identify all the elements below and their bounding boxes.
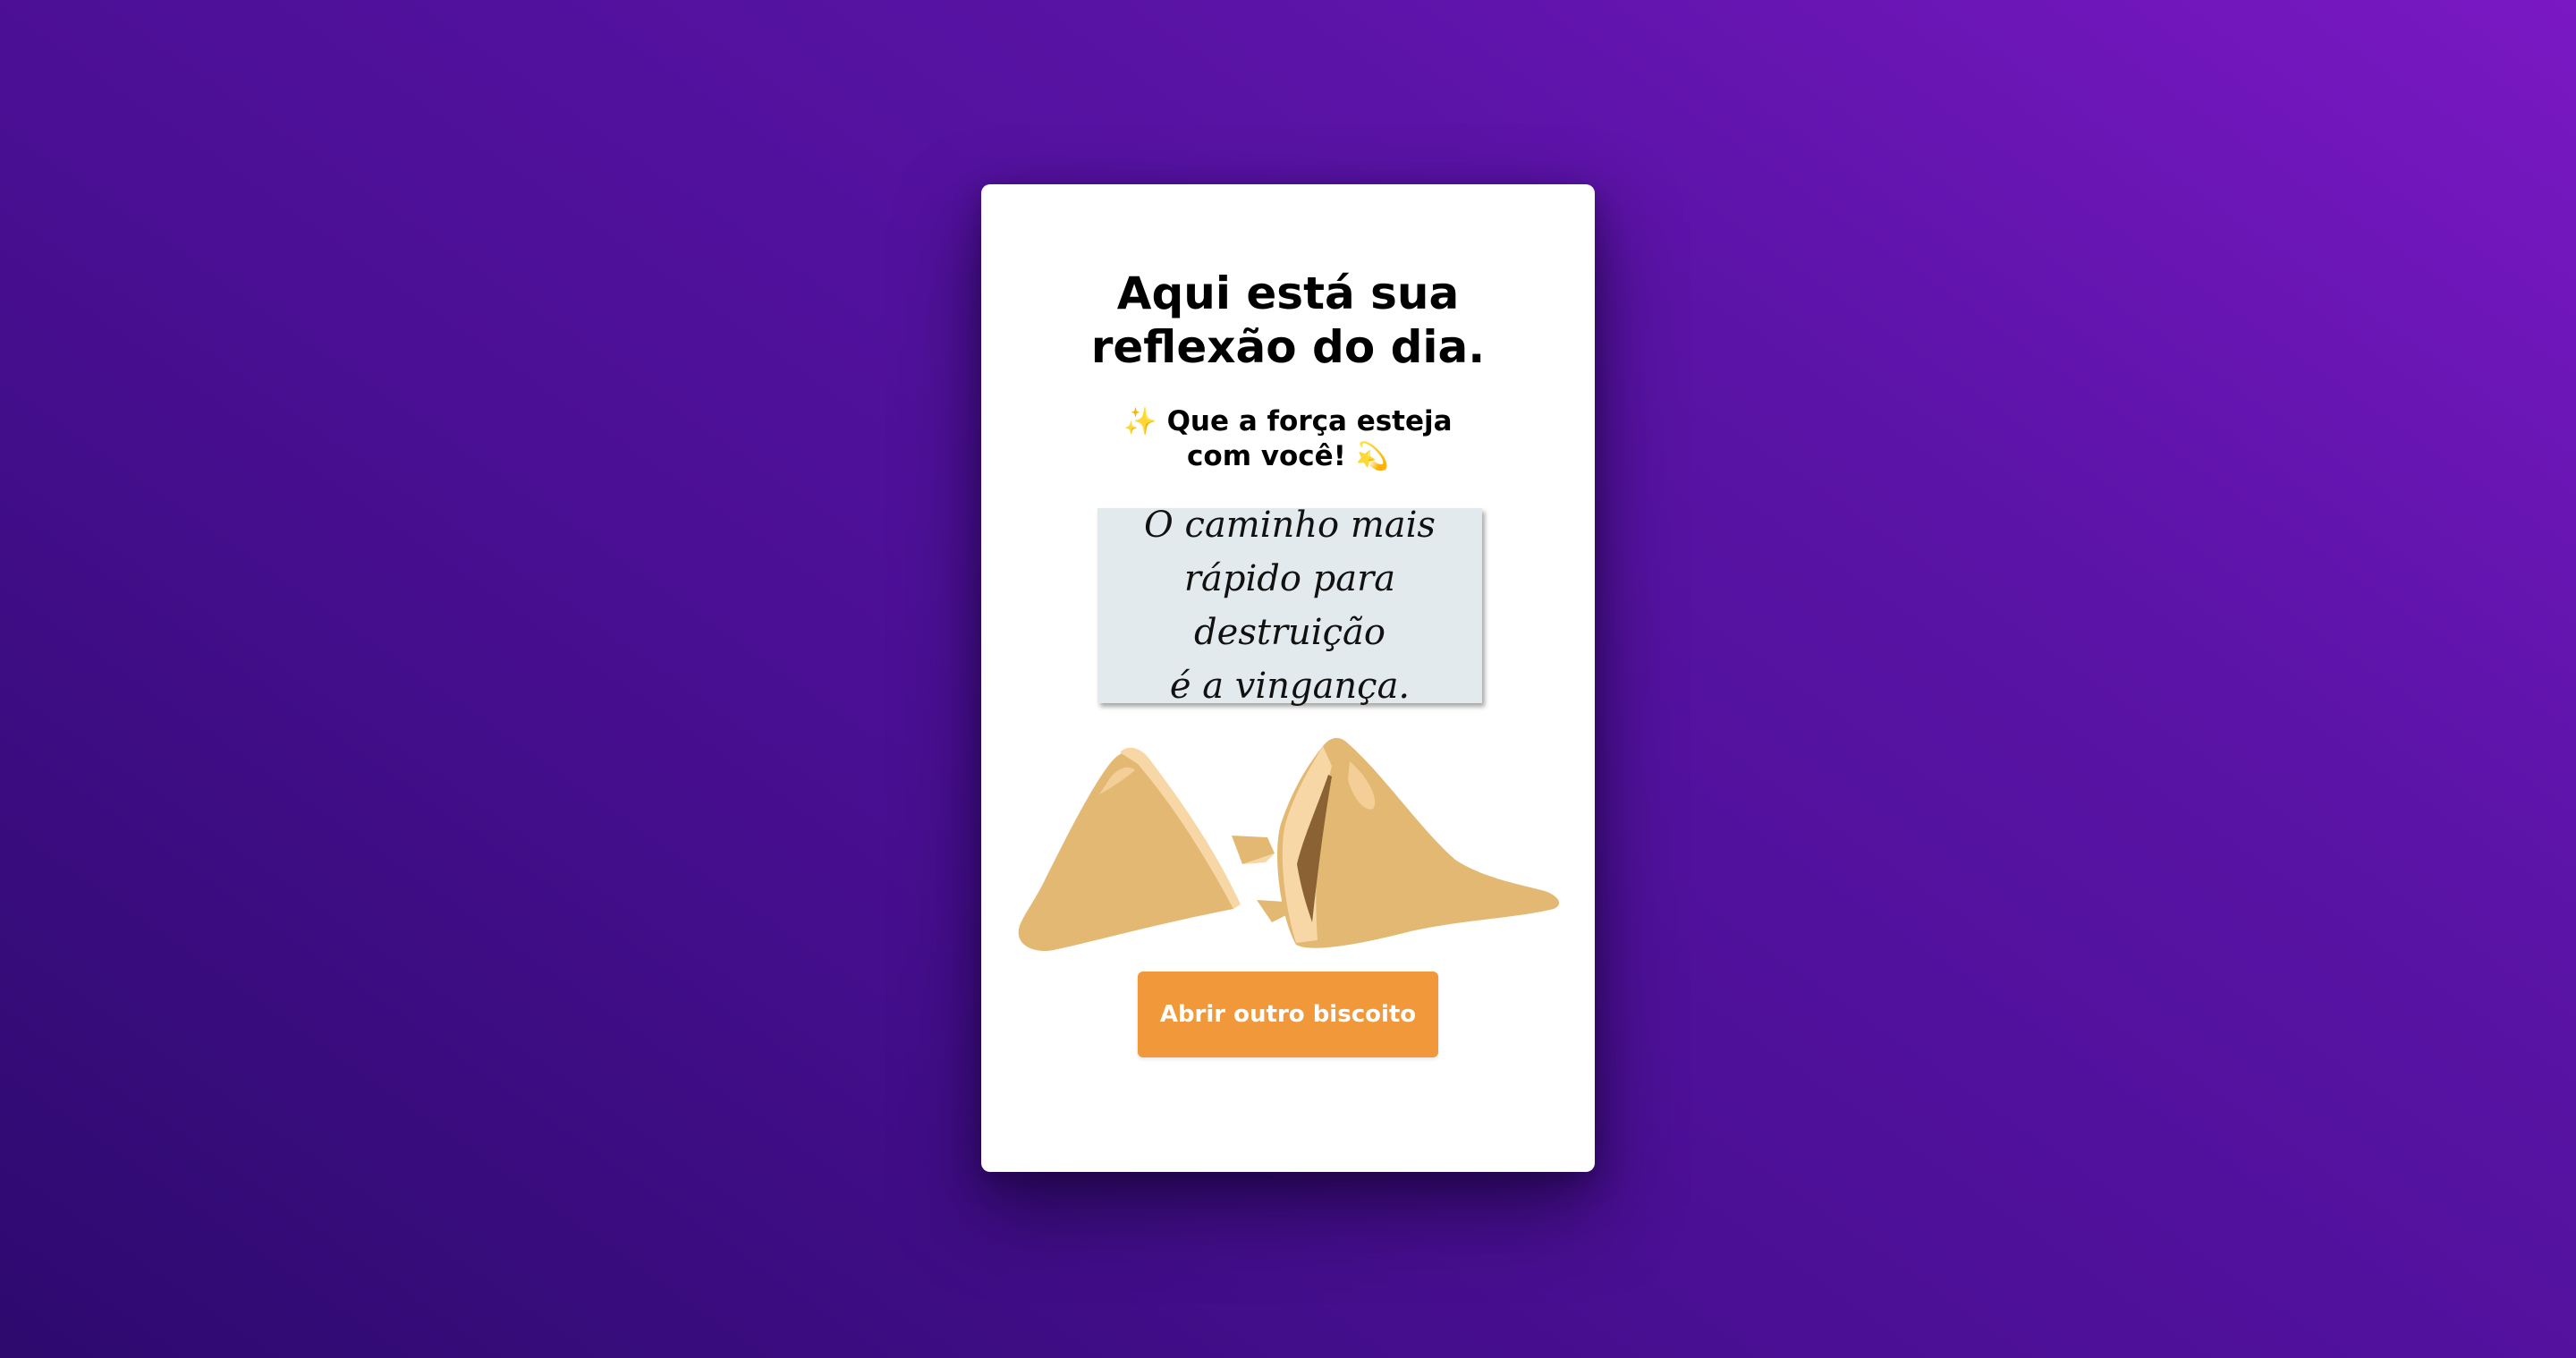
cookie-left-half — [1018, 747, 1241, 951]
subtitle: ✨ Que a força esteja com você! 💫 — [1089, 404, 1487, 474]
quote-line-2: rápido para destruição — [1183, 558, 1396, 653]
fortune-quote: O caminho mais rápido para destruição é … — [1112, 498, 1468, 713]
title-line-2: reflexão do dia. — [1090, 321, 1486, 373]
subtitle-text: Que a força esteja com você! — [1166, 405, 1453, 472]
sparkles-icon: ✨ — [1123, 406, 1157, 437]
broken-fortune-cookie-icon — [1018, 737, 1560, 951]
fortune-paper: O caminho mais rápido para destruição é … — [1097, 505, 1482, 707]
title-line-1: Aqui está sua — [1116, 267, 1460, 319]
quote-line-1: O caminho mais — [1144, 505, 1436, 546]
open-another-cookie-button[interactable]: Abrir outro biscoito — [1138, 972, 1438, 1057]
fortune-card: Aqui está sua reflexão do dia. ✨ Que a f… — [981, 184, 1595, 1172]
quote-line-3: é a vingança. — [1169, 666, 1411, 707]
page-title: Aqui está sua reflexão do dia. — [981, 267, 1595, 374]
cookie-right-half — [1277, 737, 1560, 948]
dizzy-star-icon: 💫 — [1355, 441, 1389, 472]
